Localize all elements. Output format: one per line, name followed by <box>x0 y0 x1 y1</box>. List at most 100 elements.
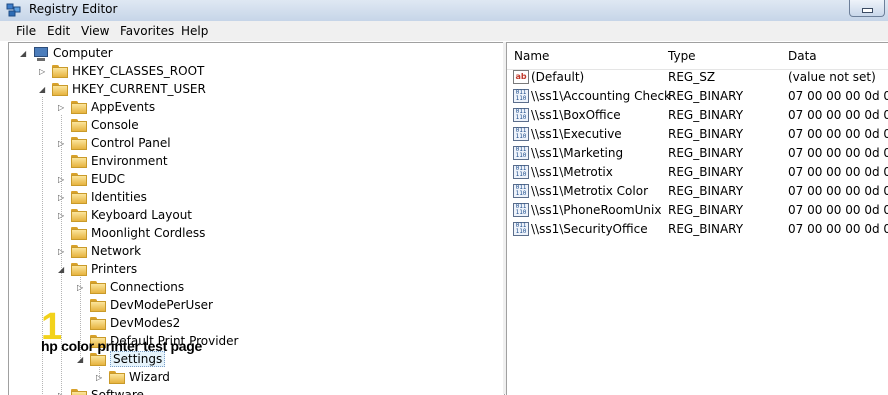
expand-arrow-icon[interactable]: ▷ <box>58 175 67 184</box>
registry-editor-icon <box>6 3 21 17</box>
value-type-cell: REG_BINARY <box>668 165 744 179</box>
folder-icon <box>90 317 106 330</box>
value-data-cell: 07 00 00 00 0d 00 0l <box>788 165 888 179</box>
expand-arrow-icon[interactable]: ▷ <box>39 67 48 76</box>
menu-help[interactable]: Help <box>181 24 208 38</box>
watermark-caption: hp color printer test page <box>41 338 203 354</box>
values-list-pane[interactable]: Name Type Data ab (Default) REG_SZ (value n… <box>506 42 888 395</box>
tree-node-label: Keyboard Layout <box>91 208 193 222</box>
menu-edit[interactable]: Edit <box>47 24 70 38</box>
tree-node-label: HKEY_CURRENT_USER <box>72 82 206 96</box>
value-type-cell: REG_BINARY <box>668 108 744 122</box>
value-row[interactable]: 011 110 \\ss1\Executive REG_BINARY 07 00 00 … <box>507 125 888 144</box>
value-name-cell: (Default) <box>531 70 585 84</box>
tree-node-label: Wizard <box>129 370 170 384</box>
folder-icon <box>52 65 68 78</box>
expand-arrow-icon[interactable]: ▷ <box>58 139 67 148</box>
value-row[interactable]: 011 110 \\ss1\PhoneRoomUnix REG_BINARY 07 00… <box>507 201 888 220</box>
value-name-cell: \\ss1\Marketing <box>531 146 624 160</box>
title-bar: Registry Editor <box>0 0 888 21</box>
expand-arrow-icon[interactable]: ▷ <box>96 373 105 382</box>
binary-value-icon: 011 110 <box>513 127 529 141</box>
folder-icon <box>71 389 87 395</box>
minimize-button[interactable] <box>849 0 885 17</box>
window-title: Registry Editor <box>29 2 118 16</box>
collapse-arrow-icon[interactable]: ◢ <box>39 85 48 94</box>
computer-icon <box>33 47 49 61</box>
menu-favorites[interactable]: Favorites <box>120 24 174 38</box>
folder-icon <box>71 173 87 186</box>
folder-icon <box>90 353 106 366</box>
column-header-data[interactable]: Data <box>788 49 817 63</box>
expand-arrow-icon[interactable]: ▷ <box>58 103 67 112</box>
value-type-cell: REG_BINARY <box>668 127 744 141</box>
expand-arrow-icon[interactable]: ▷ <box>77 283 86 292</box>
folder-icon <box>71 191 87 204</box>
binary-value-icon: 011 110 <box>513 203 529 217</box>
folder-icon <box>71 263 87 276</box>
tree-node-label: HKEY_CLASSES_ROOT <box>72 64 205 78</box>
binary-value-icon: 011 110 <box>513 108 529 122</box>
binary-value-icon: 011 110 <box>513 184 529 198</box>
folder-icon <box>71 101 87 114</box>
value-data-cell: 07 00 00 00 0d 00 0l <box>788 203 888 217</box>
menu-view[interactable]: View <box>81 24 109 38</box>
tree-node-label: EUDC <box>91 172 125 186</box>
value-row[interactable]: 011 110 \\ss1\BoxOffice REG_BINARY 07 00 00 … <box>507 106 888 125</box>
key-tree-pane[interactable]: ◢ Computer ▷ HKEY_CLASSES_ROOT ◢ HKEY_CURRENT… <box>8 42 505 395</box>
column-header-type[interactable]: Type <box>668 49 696 63</box>
expand-arrow-icon <box>77 301 86 310</box>
folder-icon <box>71 209 87 222</box>
value-type-cell: REG_BINARY <box>668 222 744 236</box>
value-data-cell: 07 00 00 00 0d 00 0l <box>788 108 888 122</box>
tree-node-label: Console <box>91 118 139 132</box>
menu-file[interactable]: File <box>16 24 36 38</box>
folder-icon <box>71 155 87 168</box>
value-name-cell: \\ss1\PhoneRoomUnix <box>531 203 662 217</box>
value-type-cell: REG_BINARY <box>668 203 744 217</box>
expand-arrow-icon[interactable]: ▷ <box>58 193 67 202</box>
value-type-cell: REG_BINARY <box>668 89 744 103</box>
tree-node-label: Environment <box>91 154 168 168</box>
value-type-cell: REG_BINARY <box>668 146 744 160</box>
expand-arrow-icon[interactable]: ▷ <box>58 247 67 256</box>
folder-icon <box>71 227 87 240</box>
menu-bar: File Edit View Favorites Help <box>0 21 888 41</box>
value-data-cell: 07 00 00 00 0d 00 0l <box>788 89 888 103</box>
folder-icon <box>90 281 106 294</box>
expand-arrow-icon[interactable]: ▷ <box>58 391 67 395</box>
tree-node-label: Network <box>91 244 142 258</box>
binary-value-icon: 011 110 <box>513 222 529 236</box>
collapse-arrow-icon[interactable]: ◢ <box>77 355 86 364</box>
value-name-cell: \\ss1\Metrotix Color <box>531 184 649 198</box>
value-row[interactable]: ab (Default) REG_SZ (value not set) <box>507 68 888 87</box>
expand-arrow-icon[interactable]: ▷ <box>58 211 67 220</box>
value-name-cell: \\ss1\Metrotix <box>531 165 613 179</box>
collapse-arrow-icon[interactable]: ◢ <box>20 49 29 58</box>
value-name-cell: \\ss1\Executive <box>531 127 622 141</box>
minimize-icon <box>862 8 873 13</box>
tree-node-label: DevModes2 <box>110 316 181 330</box>
expand-arrow-icon <box>58 157 67 166</box>
column-header-name[interactable]: Name <box>514 49 549 63</box>
value-row[interactable]: 011 110 \\ss1\SecurityOffice REG_BINARY 07 0… <box>507 220 888 239</box>
tree-node-label: Connections <box>110 280 185 294</box>
value-data-cell: 07 00 00 00 0d 00 0l <box>788 222 888 236</box>
value-row[interactable]: 011 110 \\ss1\Metrotix REG_BINARY 07 00 00 0… <box>507 163 888 182</box>
folder-icon <box>52 83 68 96</box>
value-data-cell: 07 00 00 00 0d 00 0l <box>788 127 888 141</box>
list-header: Name Type Data <box>507 43 888 70</box>
tree-node-label: Moonlight Cordless <box>91 226 206 240</box>
value-data-cell: 07 00 00 00 0d 00 0l <box>788 146 888 160</box>
binary-value-icon: 011 110 <box>513 89 529 103</box>
value-data-cell: 07 00 00 00 0d 00 0l <box>788 184 888 198</box>
value-row[interactable]: 011 110 \\ss1\Accounting Check REG_BINARY 07… <box>507 87 888 106</box>
value-row[interactable]: 011 110 \\ss1\Metrotix Color REG_BINARY 07 0… <box>507 182 888 201</box>
folder-icon <box>71 137 87 150</box>
expand-arrow-icon <box>77 319 86 328</box>
collapse-arrow-icon[interactable]: ◢ <box>58 265 67 274</box>
folder-icon <box>71 245 87 258</box>
folder-icon <box>90 299 106 312</box>
value-row[interactable]: 011 110 \\ss1\Marketing REG_BINARY 07 00 00 … <box>507 144 888 163</box>
folder-icon <box>71 119 87 132</box>
